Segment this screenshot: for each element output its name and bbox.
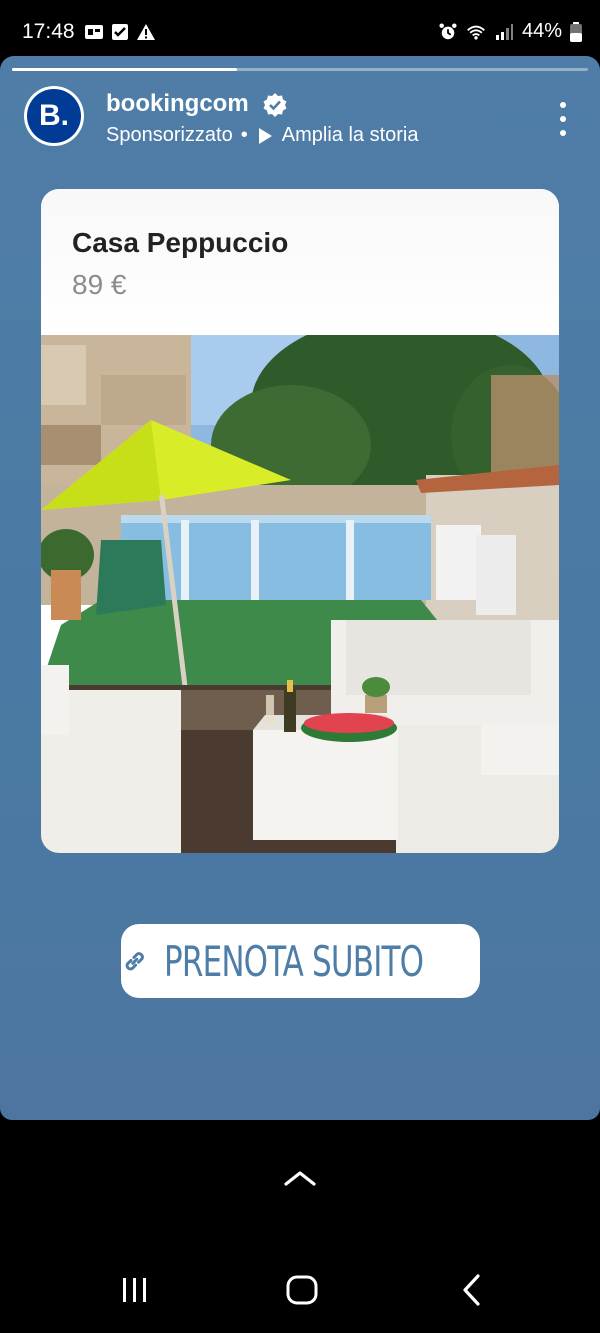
home-icon[interactable] bbox=[285, 1272, 319, 1308]
back-icon[interactable] bbox=[458, 1272, 488, 1308]
battery-percent: 44% bbox=[521, 20, 562, 42]
listing-card-header: Casa Peppuccio 89 € bbox=[41, 189, 559, 335]
expand-story-link[interactable]: Amplia la storia bbox=[282, 124, 419, 147]
story-container[interactable]: B. bookingcom Sponsorizzato • Amplia la … bbox=[0, 56, 600, 1120]
account-avatar[interactable]: B. bbox=[24, 86, 84, 146]
more-options-button[interactable] bbox=[556, 102, 570, 136]
checkbox-icon bbox=[112, 24, 128, 40]
chevron-up-icon[interactable] bbox=[282, 1168, 318, 1188]
wifi-icon bbox=[467, 25, 485, 39]
system-navigation-bar bbox=[0, 1250, 600, 1333]
status-time: 17:48 bbox=[22, 20, 75, 43]
more-icon-dot bbox=[560, 116, 566, 122]
status-system-icons: 44% bbox=[438, 20, 582, 43]
book-now-button[interactable]: PRENOTA SUBITO bbox=[121, 924, 480, 998]
recents-icon[interactable] bbox=[118, 1272, 152, 1308]
link-icon bbox=[125, 952, 144, 971]
sponsored-row: Sponsorizzato • Amplia la storia bbox=[106, 124, 418, 147]
story-progress-bar bbox=[12, 68, 588, 71]
more-icon-dot bbox=[560, 102, 566, 108]
listing-card[interactable]: Casa Peppuccio 89 € bbox=[41, 189, 559, 853]
warning-icon bbox=[137, 24, 155, 40]
play-icon[interactable] bbox=[256, 127, 274, 145]
separator-dot: • bbox=[240, 124, 248, 146]
signal-icon bbox=[495, 23, 513, 40]
listing-photo bbox=[41, 335, 559, 853]
listing-price: 89 € bbox=[72, 269, 127, 300]
verified-badge-icon bbox=[263, 93, 287, 117]
alarm-icon bbox=[439, 22, 457, 39]
more-icon-dot bbox=[560, 130, 566, 136]
book-now-label: PRENOTA SUBITO bbox=[163, 936, 424, 986]
sim-card-icon bbox=[85, 25, 103, 39]
battery-icon bbox=[570, 21, 582, 42]
status-notification-icons bbox=[84, 23, 156, 41]
account-name[interactable]: bookingcom bbox=[106, 90, 249, 118]
story-progress-fill bbox=[12, 68, 237, 71]
listing-title: Casa Peppuccio bbox=[72, 227, 289, 258]
status-bar: 17:48 44% bbox=[0, 0, 600, 62]
booking-logo: B. bbox=[27, 89, 81, 143]
sponsored-label: Sponsorizzato bbox=[106, 124, 233, 146]
